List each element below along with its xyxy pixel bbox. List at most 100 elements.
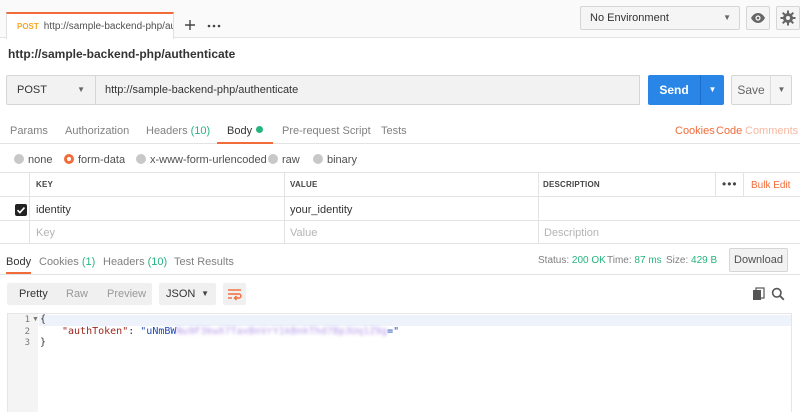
tab-method: POST [17, 22, 39, 31]
eye-icon [751, 13, 765, 23]
environment-select[interactable]: No Environment ▼ [580, 6, 740, 30]
manage-environments-button[interactable] [776, 6, 800, 30]
checkmark-icon [16, 207, 26, 214]
response-tab-headers[interactable]: Headers (10) [103, 254, 167, 270]
download-button[interactable]: Download [729, 248, 788, 272]
new-value-input[interactable]: Value [290, 227, 317, 239]
radio-binary-label: binary [327, 154, 357, 166]
response-tabs [0, 274, 800, 275]
radio-raw-label: raw [282, 154, 300, 166]
column-header-description: DESCRIPTION [543, 180, 600, 189]
radio-urlencoded[interactable]: x-www-form-urlencoded [136, 153, 267, 167]
row-key-input[interactable]: identity [36, 204, 71, 216]
response-status: Status: 200 OK [538, 255, 606, 266]
search-icon [771, 287, 785, 301]
tab-body-label: Body [227, 125, 253, 137]
tab-authorization[interactable]: Authorization [65, 118, 129, 144]
json-value-redacted: Nu9F3kwX7TaxBnVrY1kBnkThd7Bp3Uq1Z9g [176, 326, 388, 337]
wrap-lines-button[interactable] [223, 283, 246, 305]
save-label: Save [737, 83, 765, 97]
line-number: 1 [24, 315, 30, 325]
new-tab-button[interactable] [180, 14, 200, 36]
wrap-lines-icon [228, 289, 242, 301]
environment-quick-look-button[interactable] [746, 6, 770, 30]
copy-button[interactable] [752, 287, 766, 301]
code-line-2: "authToken": "uNmBWNu9F3kwX7TaxBnVrY1kBn… [62, 326, 399, 337]
row-enabled-checkbox[interactable] [15, 204, 27, 216]
column-options-icon[interactable]: ••• [722, 177, 738, 191]
radio-urlencoded-label: x-www-form-urlencoded [150, 154, 267, 166]
json-key: "authToken" [62, 326, 129, 337]
radio-form-data-label: form-data [78, 154, 126, 166]
response-tab-body[interactable]: Body [6, 254, 32, 274]
column-header-key: KEY [36, 180, 54, 189]
time-value: 87 ms [634, 255, 662, 266]
code-link[interactable]: Code [716, 118, 742, 144]
radio-circle-icon [14, 154, 24, 164]
response-tab-cookies-label: Cookies [39, 256, 79, 268]
new-description-input[interactable]: Description [544, 227, 599, 239]
fold-arrow-icon[interactable]: ▼ [32, 316, 39, 323]
request-tab[interactable]: POST http://sample-backend-php/au [6, 12, 174, 39]
row-value-input[interactable]: your_identity [290, 204, 352, 216]
radio-selected-icon [64, 154, 74, 164]
chevron-down-icon: ▼ [723, 13, 731, 22]
response-tab-test-results[interactable]: Test Results [174, 254, 234, 270]
size-value: 429 B [691, 255, 718, 266]
new-key-input[interactable]: Key [36, 227, 55, 239]
chevron-down-icon[interactable]: ▼ [701, 75, 724, 105]
chevron-down-icon: ▼ [77, 85, 85, 94]
chevron-down-icon[interactable]: ▼ [771, 76, 792, 104]
comments-link[interactable]: Comments [745, 118, 798, 144]
tab-headers[interactable]: Headers (10) [146, 118, 210, 144]
radio-circle-icon [313, 154, 323, 164]
tab-headers-label: Headers [146, 125, 188, 137]
radio-form-data[interactable]: form-data [64, 153, 125, 167]
search-response-button[interactable] [771, 287, 785, 301]
method-label: POST [17, 84, 47, 96]
code-line-3: } [40, 337, 47, 348]
code-line-1: { [40, 314, 47, 325]
more-tabs-button[interactable] [203, 14, 225, 36]
response-tab-headers-label: Headers [103, 256, 145, 268]
tab-tests[interactable]: Tests [381, 118, 407, 144]
view-raw-button[interactable]: Raw [66, 283, 88, 305]
radio-none-label: none [28, 154, 53, 166]
form-data-table [0, 172, 800, 244]
view-preview-button[interactable]: Preview [107, 283, 146, 305]
view-pretty-button[interactable]: Pretty [19, 283, 48, 305]
radio-raw[interactable]: raw [268, 153, 300, 167]
line-number: 2 [24, 327, 30, 337]
radio-circle-icon [268, 154, 278, 164]
response-time: Time: 87 ms [607, 255, 662, 266]
url-input[interactable]: http://sample-backend-php/authenticate [95, 75, 640, 105]
cookies-link[interactable]: Cookies [675, 118, 715, 144]
json-value: "uNmBWNu9F3kwX7TaxBnVrY1kBnkThd7Bp3Uq1Z9… [140, 326, 399, 337]
status-value: 200 OK [571, 255, 606, 266]
radio-binary[interactable]: binary [313, 153, 357, 167]
gear-icon [780, 10, 796, 26]
response-tab-cookies[interactable]: Cookies (1) [39, 254, 95, 270]
format-label: JSON [166, 288, 196, 300]
response-tab-cookies-count: (1) [81, 256, 96, 268]
request-title: http://sample-backend-php/authenticate [8, 47, 236, 61]
radio-none[interactable]: none [14, 153, 52, 167]
line-number: 3 [24, 338, 30, 348]
response-size: Size: 429 B [666, 255, 717, 266]
response-tab-headers-count: (10) [147, 256, 168, 268]
save-button[interactable]: Save ▼ [731, 75, 792, 105]
tab-params[interactable]: Params [10, 118, 48, 144]
send-label: Send [659, 83, 689, 97]
format-select[interactable]: JSON ▼ [159, 283, 216, 305]
tab-body[interactable]: Body [217, 118, 274, 144]
status-label: Status: [538, 255, 570, 266]
tab-url: http://sample-backend-php/au [43, 21, 174, 32]
bulk-edit-link[interactable]: Bulk Edit [751, 180, 790, 191]
column-header-value: VALUE [290, 180, 318, 189]
tab-prerequest-script[interactable]: Pre-request Script [282, 118, 371, 144]
method-select[interactable]: POST ▼ [6, 75, 96, 105]
json-value-visible: "uNmBW [140, 326, 177, 337]
active-line-highlight [39, 315, 791, 326]
send-button[interactable]: Send ▼ [648, 75, 724, 105]
plus-icon [185, 20, 195, 30]
